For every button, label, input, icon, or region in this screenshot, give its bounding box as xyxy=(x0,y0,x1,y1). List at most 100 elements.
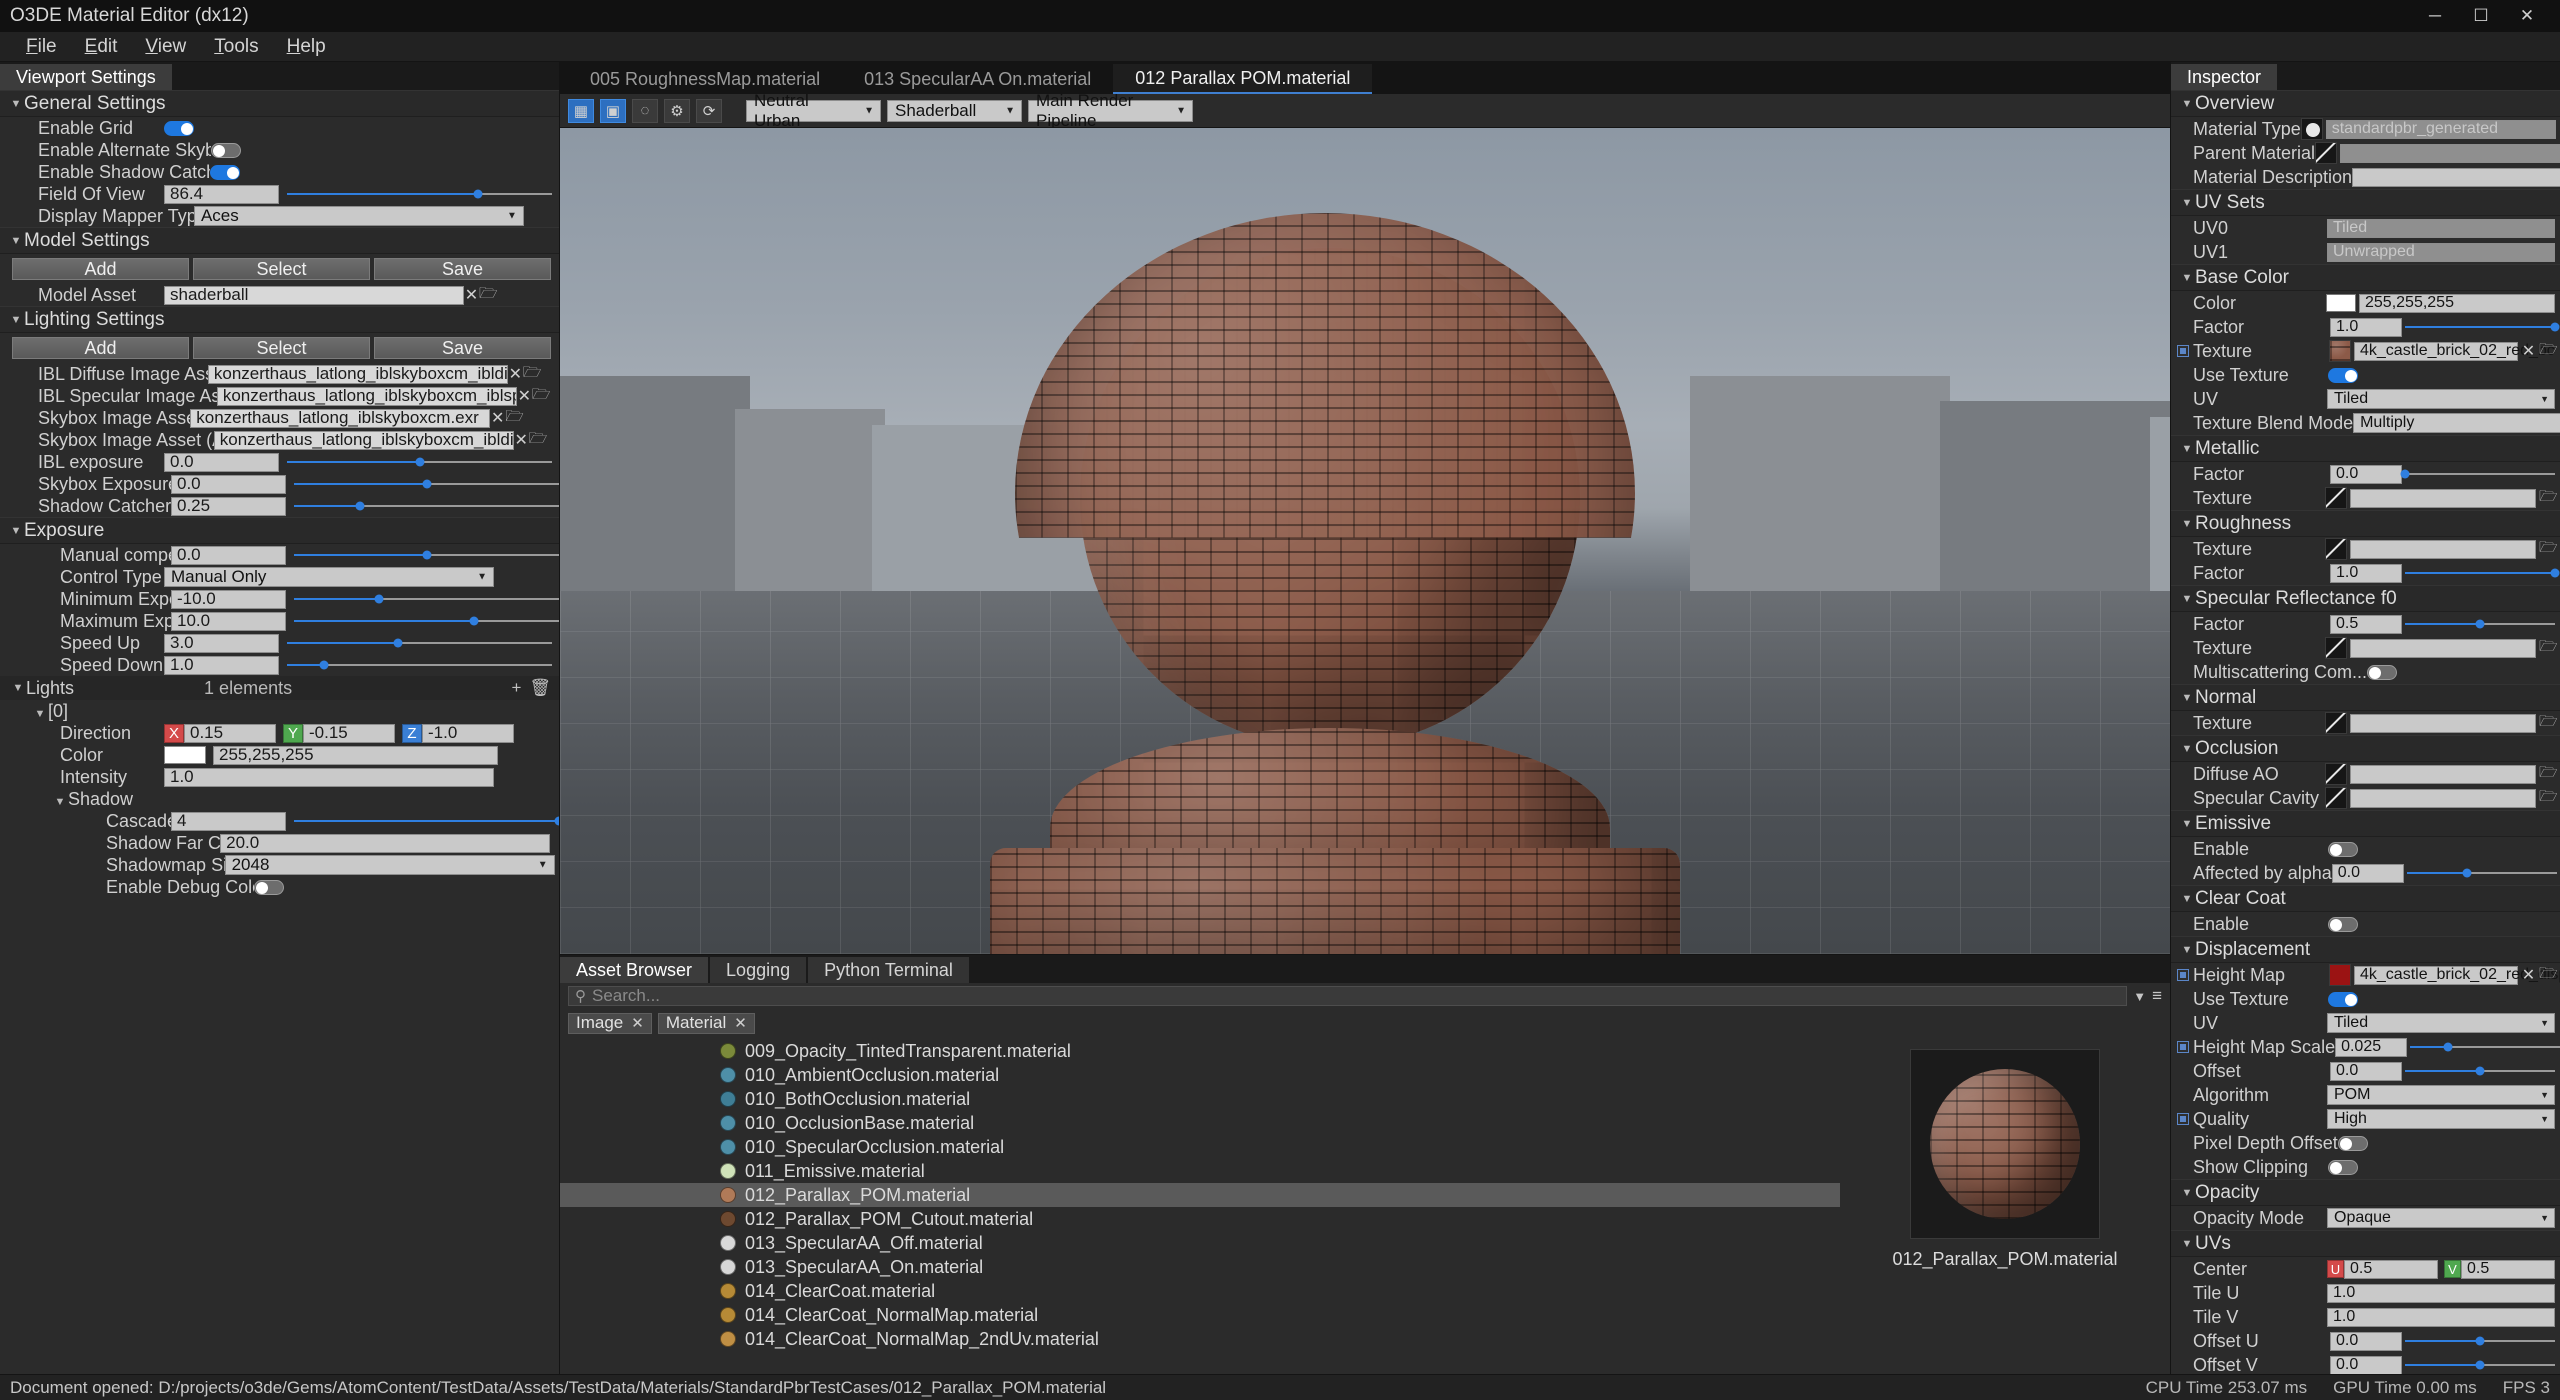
group-lighting-settings[interactable]: ▼ Lighting Settings xyxy=(0,306,559,333)
close-button[interactable]: ✕ xyxy=(2504,0,2550,32)
close-icon[interactable]: ✕ xyxy=(631,1014,644,1032)
group-clear-coat[interactable]: ▼ Clear Coat xyxy=(2171,885,2560,912)
clear-icon[interactable]: ✕ xyxy=(2521,965,2536,985)
list-item[interactable]: 014_ClearCoat_NormalMap.material xyxy=(560,1303,1840,1327)
shadow-far-clip-input[interactable]: 20.0 xyxy=(220,834,550,853)
list-item[interactable]: 010_AmbientOcclusion.material xyxy=(560,1063,1840,1087)
control-type-combo[interactable]: Manual Only ▼ xyxy=(164,567,494,587)
light-index-row[interactable]: ▼[0] xyxy=(0,700,559,722)
skybox-exposure-input[interactable]: 0.0 xyxy=(171,475,286,494)
folder-icon[interactable]: 🗁 xyxy=(529,428,545,453)
folder-icon[interactable]: 🗁 xyxy=(2539,963,2555,988)
metallic-factor-input[interactable]: 0.0 xyxy=(2330,465,2402,484)
minimum-exposure-slider[interactable] xyxy=(294,592,559,607)
shadowmap-size-combo[interactable]: 2048 ▼ xyxy=(225,855,555,875)
maximum-exposure-slider[interactable] xyxy=(294,614,559,629)
list-item[interactable]: 010_OcclusionBase.material xyxy=(560,1111,1840,1135)
menu-help[interactable]: Help xyxy=(273,32,340,62)
uv1-input[interactable]: Unwrapped xyxy=(2327,243,2555,262)
search-input[interactable]: ⚲ Search... xyxy=(568,986,2127,1006)
close-icon[interactable]: ✕ xyxy=(734,1014,747,1032)
model-asset-input[interactable]: shaderball xyxy=(164,286,464,305)
group-specular-reflectance[interactable]: ▼ Specular Reflectance f0 xyxy=(2171,585,2560,612)
skybox-asset-input[interactable]: konzerthaus_latlong_iblskyboxcm.exr xyxy=(190,409,490,428)
list-item[interactable]: 011_Emissive.material xyxy=(560,1159,1840,1183)
skybox-exposure-slider[interactable] xyxy=(294,477,559,492)
base-color-factor-input[interactable]: 1.0 xyxy=(2330,318,2402,337)
lighting-save-button[interactable]: Save xyxy=(374,337,551,359)
list-item[interactable]: 014_ClearCoat_NormalMap_2ndUv.material xyxy=(560,1327,1840,1351)
folder-icon[interactable]: 🗁 xyxy=(2539,786,2555,811)
display-mapper-combo[interactable]: Aces ▼ xyxy=(194,206,524,226)
affected-by-alpha-input[interactable]: 0.0 xyxy=(2332,864,2404,883)
parent-material-input[interactable] xyxy=(2340,144,2560,163)
render-pipeline-combo[interactable]: Main Render Pipeline ▼ xyxy=(1028,100,1193,122)
group-lights[interactable]: ▼ Lights 1 elements + 🗑 xyxy=(0,676,559,700)
group-metallic[interactable]: ▼ Metallic xyxy=(2171,435,2560,462)
list-item[interactable]: 014_ClearCoat.material xyxy=(560,1279,1840,1303)
clear-icon[interactable]: ✕ xyxy=(2521,341,2536,361)
model-add-button[interactable]: Add xyxy=(12,258,189,280)
list-item[interactable]: 010_BothOcclusion.material xyxy=(560,1087,1840,1111)
list-item[interactable]: 013_SpecularAA_On.material xyxy=(560,1255,1840,1279)
height-map-scale-checkbox[interactable] xyxy=(2177,1041,2189,1053)
cascade-count-slider[interactable] xyxy=(294,814,559,829)
list-item[interactable]: 012_Parallax_POM_Cutout.material xyxy=(560,1207,1840,1231)
ibl-exposure-slider[interactable] xyxy=(287,455,552,470)
camera-icon[interactable]: ⟳ xyxy=(696,99,722,123)
speed-up-input[interactable]: 3.0 xyxy=(164,634,279,653)
uv-center-u-input[interactable]: 0.5 xyxy=(2344,1260,2438,1279)
viewport-settings-scroll[interactable]: ▼ General Settings Enable Grid Enable Al… xyxy=(0,90,559,1374)
menu-tools[interactable]: Tools xyxy=(200,32,272,62)
list-item[interactable]: 009_Opacity_TintedTransparent.material xyxy=(560,1039,1840,1063)
light-color-swatch[interactable] xyxy=(164,746,206,764)
group-emissive[interactable]: ▼ Emissive xyxy=(2171,810,2560,837)
shadow-catcher-opacity-slider[interactable] xyxy=(294,499,559,514)
material-tab-0[interactable]: 005 RoughnessMap.material xyxy=(568,64,842,94)
diffuse-ao-input[interactable] xyxy=(2350,765,2536,784)
group-model-settings[interactable]: ▼ Model Settings xyxy=(0,227,559,254)
material-tab-2[interactable]: 012 Parallax POM.material xyxy=(1113,64,1372,94)
folder-icon[interactable]: 🗁 xyxy=(2539,339,2555,364)
manual-compensation-slider[interactable] xyxy=(294,548,559,563)
emissive-enable-toggle[interactable] xyxy=(2328,842,2358,857)
clear-icon[interactable]: ✕ xyxy=(464,285,479,305)
clear-coat-enable-toggle[interactable] xyxy=(2328,917,2358,932)
group-opacity[interactable]: ▼ Opacity xyxy=(2171,1179,2560,1206)
maximize-button[interactable]: ☐ xyxy=(2458,0,2504,32)
folder-icon[interactable]: 🗁 xyxy=(2539,636,2555,661)
tile-u-input[interactable]: 1.0 xyxy=(2327,1284,2555,1303)
filter-chip-image[interactable]: Image ✕ xyxy=(568,1013,652,1034)
shadow-catcher-opacity-input[interactable]: 0.25 xyxy=(171,497,286,516)
speed-down-slider[interactable] xyxy=(287,658,552,673)
quality-combo[interactable]: High▼ xyxy=(2327,1109,2555,1129)
minimize-button[interactable]: ─ xyxy=(2412,0,2458,32)
offset-u-input[interactable]: 0.0 xyxy=(2330,1332,2402,1351)
list-item[interactable]: 010_SpecularOcclusion.material xyxy=(560,1135,1840,1159)
inspector-scroll[interactable]: ▼ Overview Material Type standardpbr_gen… xyxy=(2171,90,2560,1374)
enable-alt-skybox-toggle[interactable] xyxy=(211,143,241,158)
tab-python-terminal[interactable]: Python Terminal xyxy=(808,957,969,983)
viewport-3d[interactable] xyxy=(560,128,2170,954)
height-map-input[interactable]: 4k_castle_brick_02_red_disp xyxy=(2354,966,2518,985)
tile-v-input[interactable]: 1.0 xyxy=(2327,1308,2555,1327)
base-color-factor-slider[interactable] xyxy=(2405,320,2555,335)
uv-center-v-input[interactable]: 0.5 xyxy=(2461,1260,2555,1279)
enable-shadow-catcher-toggle[interactable] xyxy=(210,165,240,180)
alt-skybox-icon[interactable]: ◌ xyxy=(632,99,658,123)
material-type-input[interactable]: standardpbr_generated xyxy=(2326,120,2556,139)
menu-file[interactable]: File xyxy=(12,32,71,62)
enable-debug-coloring-toggle[interactable] xyxy=(254,880,284,895)
filter-chip-material[interactable]: Material ✕ xyxy=(658,1013,755,1034)
group-normal[interactable]: ▼ Normal xyxy=(2171,684,2560,711)
list-item-selected[interactable]: 012_Parallax_POM.material xyxy=(560,1183,1840,1207)
minimum-exposure-input[interactable]: -10.0 xyxy=(171,590,286,609)
shadow-toggle-icon[interactable]: ▣ xyxy=(600,99,626,123)
speed-down-input[interactable]: 1.0 xyxy=(164,656,279,675)
settings-icon[interactable]: ⚙ xyxy=(664,99,690,123)
lighting-add-button[interactable]: Add xyxy=(12,337,189,359)
grid-toggle-icon[interactable]: ▦ xyxy=(568,99,594,123)
offset-v-slider[interactable] xyxy=(2405,1358,2555,1373)
group-exposure[interactable]: ▼ Exposure xyxy=(0,517,559,544)
lighting-preset-combo[interactable]: Neutral Urban ▼ xyxy=(746,100,881,122)
